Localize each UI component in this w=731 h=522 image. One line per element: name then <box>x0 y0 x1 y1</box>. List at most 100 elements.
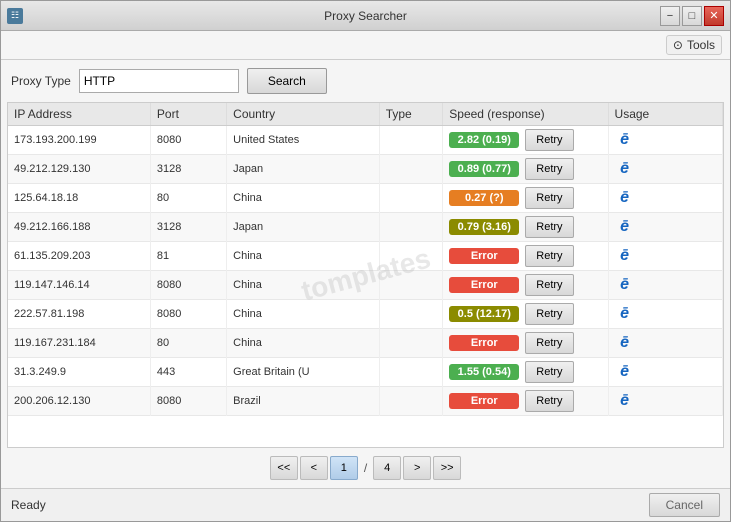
cell-country: China <box>227 300 380 329</box>
cell-country: Great Britain (U <box>227 358 380 387</box>
retry-button[interactable]: Retry <box>525 245 573 267</box>
ie-icon[interactable]: ē <box>615 130 635 150</box>
cell-ip: 200.206.12.130 <box>8 387 150 416</box>
cell-ip: 125.64.18.18 <box>8 184 150 213</box>
cell-type <box>379 358 443 387</box>
page-separator: / <box>360 461 371 475</box>
ie-icon[interactable]: ē <box>615 188 635 208</box>
col-header-country: Country <box>227 103 380 126</box>
table-row: 173.193.200.1998080United States2.82 (0.… <box>8 126 723 155</box>
page-prev-button[interactable]: < <box>300 456 328 480</box>
search-button[interactable]: Search <box>247 68 327 94</box>
table-row: 125.64.18.1880China0.27 (?)Retryē <box>8 184 723 213</box>
cell-type <box>379 271 443 300</box>
cell-ip: 49.212.166.188 <box>8 213 150 242</box>
table-row: 61.135.209.20381ChinaErrorRetryē <box>8 242 723 271</box>
cell-port: 8080 <box>150 387 226 416</box>
cell-speed: 1.55 (0.54) Retry <box>443 358 608 387</box>
page-next-button[interactable]: > <box>403 456 431 480</box>
ie-icon[interactable]: ē <box>615 362 635 382</box>
proxy-type-select[interactable]: HTTP <box>79 69 239 93</box>
table-scroll[interactable]: IP Address Port Country Type Speed (resp… <box>8 103 723 447</box>
maximize-button[interactable]: □ <box>682 6 702 26</box>
cell-type <box>379 126 443 155</box>
search-bar: Proxy Type HTTP Search <box>1 60 730 102</box>
ie-icon[interactable]: ē <box>615 246 635 266</box>
page-first-button[interactable]: << <box>270 456 298 480</box>
table-row: 119.167.231.18480ChinaErrorRetryē <box>8 329 723 358</box>
cell-country: Japan <box>227 213 380 242</box>
table-header-row: IP Address Port Country Type Speed (resp… <box>8 103 723 126</box>
retry-button[interactable]: Retry <box>525 274 573 296</box>
tools-icon: ⊙ <box>673 38 683 52</box>
speed-badge: 1.55 (0.54) <box>449 364 519 380</box>
col-header-speed: Speed (response) <box>443 103 608 126</box>
page-current-button[interactable]: 1 <box>330 456 358 480</box>
ie-icon[interactable]: ē <box>615 217 635 237</box>
retry-button[interactable]: Retry <box>525 361 573 383</box>
speed-badge: Error <box>449 335 519 351</box>
cell-country: United States <box>227 126 380 155</box>
proxy-type-label: Proxy Type <box>11 74 71 88</box>
cell-ip: 119.167.231.184 <box>8 329 150 358</box>
ie-icon[interactable]: ē <box>615 159 635 179</box>
cell-usage: ē <box>608 242 722 271</box>
ie-icon[interactable]: ē <box>615 304 635 324</box>
retry-button[interactable]: Retry <box>525 216 573 238</box>
proxy-table: IP Address Port Country Type Speed (resp… <box>8 103 723 416</box>
window-title: Proxy Searcher <box>324 9 407 23</box>
close-button[interactable]: ✕ <box>704 6 724 26</box>
cell-ip: 31.3.249.9 <box>8 358 150 387</box>
cell-type <box>379 329 443 358</box>
cell-country: China <box>227 271 380 300</box>
col-header-usage: Usage <box>608 103 722 126</box>
retry-button[interactable]: Retry <box>525 332 573 354</box>
speed-badge: 2.82 (0.19) <box>449 132 519 148</box>
ie-icon[interactable]: ē <box>615 391 635 411</box>
page-last-button[interactable]: >> <box>433 456 461 480</box>
col-header-port: Port <box>150 103 226 126</box>
cell-speed: 0.5 (12.17) Retry <box>443 300 608 329</box>
toolbar: ⊙ Tools <box>1 31 730 60</box>
page-total-button[interactable]: 4 <box>373 456 401 480</box>
retry-button[interactable]: Retry <box>525 129 573 151</box>
cell-port: 8080 <box>150 300 226 329</box>
table-row: 222.57.81.1988080China 0.5 (12.17) Retry ē <box>8 300 723 329</box>
cell-ip: 119.147.146.14 <box>8 271 150 300</box>
status-bar: Ready Cancel <box>1 488 730 521</box>
cell-country: Japan <box>227 155 380 184</box>
retry-button[interactable]: Retry <box>525 303 573 325</box>
cell-port: 8080 <box>150 271 226 300</box>
table-row: 200.206.12.1308080BrazilErrorRetryē <box>8 387 723 416</box>
table-row: 49.212.166.1883128Japan0.79 (3.16)Retryē <box>8 213 723 242</box>
cell-type <box>379 184 443 213</box>
app-icon: ☷ <box>7 8 23 24</box>
ie-icon[interactable]: ē <box>615 275 635 295</box>
table-row: 31.3.249.9443Great Britain (U1.55 (0.54)… <box>8 358 723 387</box>
speed-badge: 0.89 (0.77) <box>449 161 519 177</box>
cell-usage: ē <box>608 358 722 387</box>
cell-speed: ErrorRetry <box>443 271 608 300</box>
proxy-table-container: tomplates IP Address Port Country Type S… <box>7 102 724 448</box>
cell-speed: 0.27 (?)Retry <box>443 184 608 213</box>
cell-type <box>379 387 443 416</box>
retry-button[interactable]: Retry <box>525 390 573 412</box>
col-header-ip: IP Address <box>8 103 150 126</box>
cell-ip: 61.135.209.203 <box>8 242 150 271</box>
retry-button[interactable]: Retry <box>525 158 573 180</box>
cancel-button[interactable]: Cancel <box>649 493 720 517</box>
ie-icon[interactable]: ē <box>615 333 635 353</box>
cell-usage: ē <box>608 184 722 213</box>
cell-speed: ErrorRetry <box>443 242 608 271</box>
table-row: 49.212.129.1303128Japan0.89 (0.77)Retryē <box>8 155 723 184</box>
minimize-button[interactable]: − <box>660 6 680 26</box>
cell-type <box>379 213 443 242</box>
main-window: ☷ Proxy Searcher − □ ✕ ⊙ Tools Proxy Typ… <box>0 0 731 522</box>
cell-ip: 222.57.81.198 <box>8 300 150 329</box>
speed-badge: 0.5 (12.17) <box>449 306 519 322</box>
speed-badge: Error <box>449 393 519 409</box>
tools-button[interactable]: ⊙ Tools <box>666 35 722 55</box>
retry-button[interactable]: Retry <box>525 187 573 209</box>
status-text: Ready <box>11 498 46 512</box>
cell-speed: Error Retry <box>443 329 608 358</box>
